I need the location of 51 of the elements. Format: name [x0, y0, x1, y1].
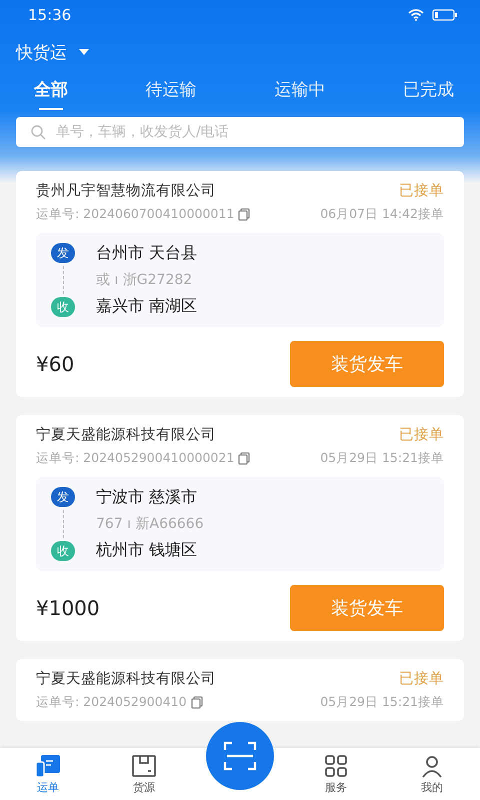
destination-badge: 收 — [51, 541, 75, 561]
vehicle-info: 或 ı 浙G27282 — [96, 271, 194, 289]
accept-time: 05月29日 15:21接单 — [320, 694, 444, 711]
accept-time: 06月07日 14:42接单 — [320, 206, 444, 223]
origin-badge: 发 — [51, 487, 75, 507]
document-icon — [35, 754, 61, 778]
nav-tab[interactable]: 货源 — [96, 748, 192, 800]
status-time: 15:36 — [28, 6, 72, 24]
order-card[interactable]: 宁夏天盛能源科技有限公司 已接单 运单号: 2024052900410 05月29日 15:21接单 — [16, 659, 464, 721]
company-name: 贵州凡宇智慧物流有限公司 — [36, 182, 216, 200]
load-depart-button[interactable]: 装货发车 — [290, 341, 444, 387]
user-icon — [420, 754, 444, 778]
load-depart-button[interactable]: 装货发车 — [290, 585, 444, 631]
order-card[interactable]: 宁夏天盛能源科技有限公司 已接单 运单号: 2024052900410000021 05月29日 15:21接单 发 收 宁波市 慈溪市 767 ı 新A66666 杭州市 钱塘区 ¥1000 装货发车 — [16, 415, 464, 641]
vehicle-info: 767 ı 新A66666 — [96, 515, 204, 533]
destination-place: 杭州市 钱塘区 — [96, 540, 198, 561]
company-name: 宁夏天盛能源科技有限公司 — [36, 670, 216, 688]
nav-tab[interactable]: 运单 — [0, 748, 96, 800]
origin-place: 台州市 天台县 — [96, 243, 198, 264]
order-status: 已接单 — [399, 426, 444, 444]
waybill-number: 运单号: 2024052900410000021 — [36, 450, 234, 467]
copy-icon[interactable] — [238, 208, 250, 221]
battery-icon — [432, 9, 458, 21]
order-status: 已接单 — [399, 182, 444, 200]
freight-price: ¥1000 — [36, 596, 100, 620]
filter-tab[interactable]: 已完成 — [398, 78, 458, 111]
filter-tab[interactable]: 待运输 — [142, 78, 201, 111]
filter-tab[interactable]: 运输中 — [270, 78, 330, 111]
wifi-icon — [408, 9, 424, 21]
search-field[interactable]: 单号，车辆，收发货人/电话 — [16, 117, 464, 147]
copy-icon[interactable] — [190, 696, 203, 709]
caret-icon[interactable] — [79, 49, 89, 55]
freight-price: ¥60 — [36, 352, 74, 376]
nav-tab[interactable]: 我的 — [384, 748, 480, 800]
nav-tab[interactable]: 服务 — [288, 748, 384, 800]
waybill-number: 运单号: 2024060700410000011 — [36, 206, 234, 223]
waybill-number: 运单号: 2024052900410 — [36, 694, 187, 711]
origin-badge: 发 — [51, 243, 75, 263]
company-name: 宁夏天盛能源科技有限公司 — [36, 426, 216, 444]
filter-tab[interactable]: 全部 — [30, 78, 72, 111]
order-status: 已接单 — [399, 670, 444, 688]
destination-place: 嘉兴市 南湖区 — [96, 296, 198, 317]
copy-icon[interactable] — [238, 452, 250, 465]
box-icon — [131, 754, 157, 778]
accept-time: 05月29日 15:21接单 — [320, 450, 444, 467]
destination-badge: 收 — [51, 297, 75, 317]
origin-place: 宁波市 慈溪市 — [96, 487, 198, 508]
scan-icon — [223, 741, 257, 771]
grid-icon — [324, 754, 348, 778]
order-card[interactable]: 贵州凡宇智慧物流有限公司 已接单 运单号: 2024060700410000011 06月07日 14:42接单 发 收 台州市 天台县 或 ı 浙G27282 嘉兴市 南湖区 ¥60 装货发车 — [16, 171, 464, 397]
app-title[interactable]: 快货运 — [16, 40, 67, 64]
